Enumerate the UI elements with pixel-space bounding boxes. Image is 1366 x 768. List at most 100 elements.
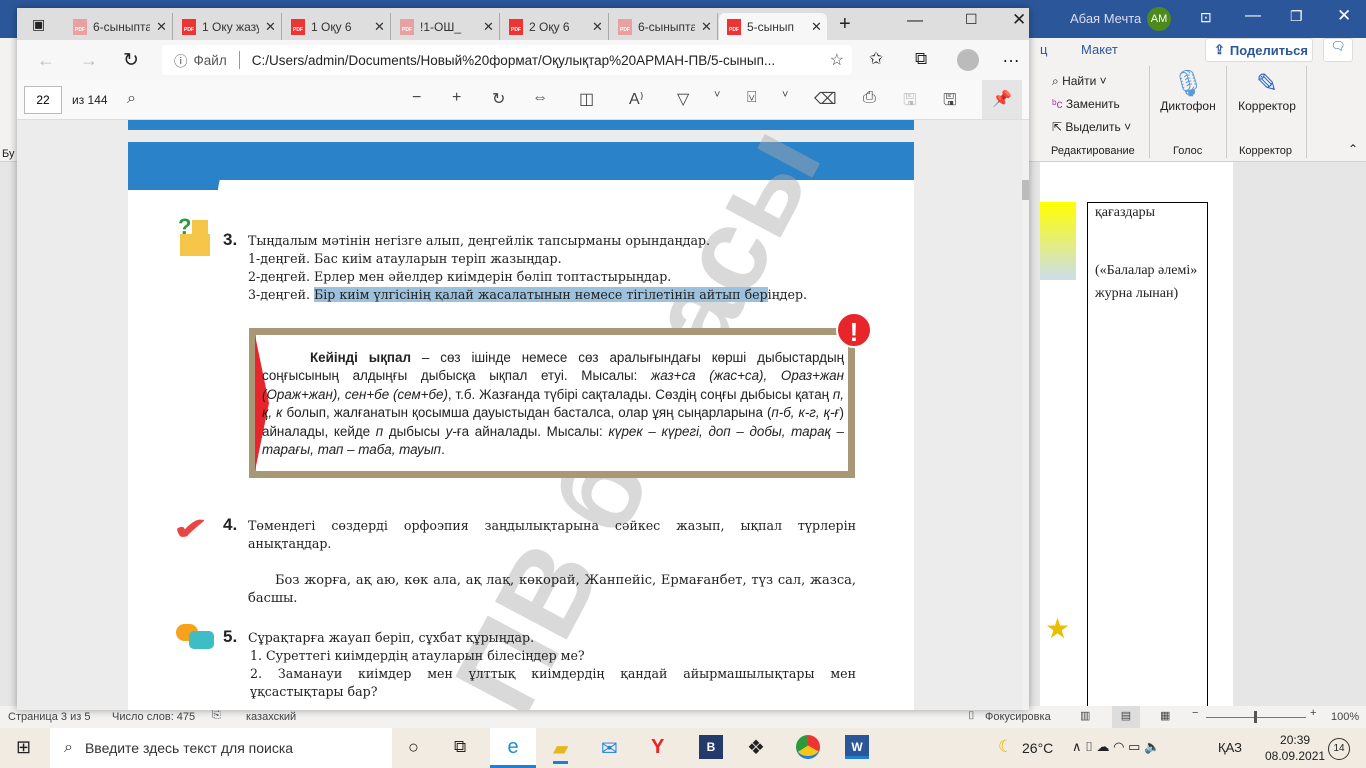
task-line: 3-деңгей. Бір киім үлгісінің қалай жасал… [248,286,928,304]
close-tab-icon[interactable]: ✕ [811,19,827,35]
find-button[interactable]: ⌕ Найти ˅ [1052,70,1131,93]
back-button[interactable]: ← [37,50,55,71]
mail-icon[interactable]: ✉ [601,736,618,761]
rotate-icon[interactable]: ↻ [492,89,505,109]
proofing-icon[interactable]: ⎘ [212,709,221,722]
save-as-icon[interactable]: 🖫 [943,89,957,116]
maximize-button[interactable]: ☐ [965,11,978,28]
dictate-button[interactable]: 🎙 Диктофон [1160,68,1216,113]
language[interactable]: казахский [246,711,296,723]
tab-actions-icon[interactable]: ▣ [32,16,45,33]
refresh-button[interactable]: ↻ [123,49,139,72]
temperature[interactable]: 26°C [1022,740,1053,756]
print-icon[interactable]: ⎙ [863,89,876,107]
add-favorite-icon[interactable]: ☆ [830,50,844,70]
close-tab-icon[interactable]: ✕ [701,19,717,35]
ribbon-tab[interactable]: ц [1040,42,1047,57]
browser-tab[interactable]: PDF !1-ОШ_ ✕ [392,13,500,40]
collections-icon[interactable]: ⧉ [915,49,927,69]
yandex-icon[interactable]: Y [651,736,664,759]
share-button[interactable]: ⇪ Поделиться [1205,38,1313,62]
forward-button[interactable]: → [80,50,98,71]
replace-button[interactable]: ᵇc Заменить [1052,93,1131,116]
search-icon[interactable]: ⌕ [127,90,136,108]
favorites-icon[interactable]: ✩ [869,49,883,69]
clock[interactable]: 20:39 08.09.2021 [1265,732,1325,764]
browser-tab[interactable]: PDF 6-сыныптар ✕ [65,13,173,40]
word-document-page: ★ қағаздары («Балалар әлемі» журна лынан… [1040,162,1233,706]
pdf-icon: PDF [618,18,632,35]
booking-icon[interactable]: B [699,735,723,759]
scrollbar[interactable] [1022,120,1029,710]
dropbox-icon[interactable]: ❖ [747,735,765,760]
avatar[interactable]: АМ [1147,7,1171,31]
browser-tab[interactable]: PDF 6-сыныптар ✕ [610,13,718,40]
chevron-down-icon[interactable]: ˅ [714,89,720,101]
browser-tab[interactable]: PDF 1 Оқу 6 ✕ [283,13,391,40]
zoom-out-icon[interactable]: − [412,89,421,107]
close-button[interactable]: ✕ [1012,10,1026,30]
restore-button[interactable]: ❐ [1290,8,1303,25]
eraser-icon[interactable]: ⌫ [814,89,837,109]
new-tab-button[interactable]: + [839,13,851,36]
file-explorer-icon[interactable]: ▰ [553,736,569,764]
edge-taskbar-icon[interactable]: e [490,728,536,768]
collapse-ribbon-icon[interactable]: ⌃ [1348,142,1358,156]
show-hidden-icons[interactable]: ∧ ⌷ ☁ ◠ ▭ 🔈 [1072,739,1160,755]
task-line: Сұрақтарға жауап беріп, сұхбат құрыңдар. [248,630,535,645]
input-language[interactable]: ҚАЗ [1218,740,1242,755]
ribbon-display-icon[interactable]: ⊡ [1200,9,1212,26]
task-line: Тыңдалым мәтінін негізге алып, деңгейлік… [248,233,711,248]
cortana-icon[interactable]: ○ [408,737,419,758]
profile-icon[interactable] [957,49,979,71]
chevron-down-icon[interactable]: ˅ [782,89,788,101]
print-layout-icon[interactable]: ▤ [1112,706,1140,728]
close-tab-icon[interactable]: ✕ [483,19,499,35]
page-count[interactable]: Страница 3 из 5 [8,711,90,723]
page-number-input[interactable] [24,86,62,114]
close-tab-icon[interactable]: ✕ [592,19,608,35]
windows-start-icon[interactable]: ⊞ [16,737,31,758]
highlight-icon[interactable]: ⍌ [747,89,757,107]
browser-tab[interactable]: PDF 1 Оку жазу ✕ [174,13,282,40]
zoom-in-icon[interactable]: + [452,89,461,107]
ribbon-tab-layout[interactable]: Макет [1081,42,1118,57]
weather-moon-icon[interactable]: ☾ [998,737,1013,757]
pin-toolbar-icon[interactable]: 📌 [982,80,1022,119]
read-aloud-icon[interactable]: A⁾ [629,89,644,109]
more-menu-icon[interactable]: … [1002,46,1020,67]
web-layout-icon[interactable]: ▦ [1160,709,1170,722]
chrome-icon[interactable] [796,735,820,759]
browser-tab[interactable]: PDF 5-сынып ✕ [719,13,827,40]
focus-mode-button[interactable]: Фокусировка [985,711,1051,723]
draw-icon[interactable]: ▽ [677,89,689,109]
select-button[interactable]: ⇱ Выделить ˅ [1052,116,1131,139]
notification-center[interactable]: 14 [1328,738,1350,760]
task-line: 2-деңгей. Ерлер мен әйелдер киімдерін бө… [248,269,672,284]
address-bar[interactable]: ⓘ Файл C:/Users/admin/Documents/Новый%20… [162,45,852,75]
focus-icon[interactable]: ⌷ [968,710,975,723]
fit-width-icon[interactable]: ⇔ [532,89,548,107]
rule-box: Кейінді ықпал – сөз ішінде немесе сөз ар… [249,328,855,478]
page-view-icon[interactable]: ◫ [579,89,594,109]
selected-text[interactable]: Бір киім үлгісінің қалай жасалатынын нем… [314,287,768,302]
close-tab-icon[interactable]: ✕ [265,19,281,35]
zoom-slider[interactable]: − + [1192,707,1322,725]
close-tab-icon[interactable]: ✕ [374,19,390,35]
tab-label: 1 Оқу 6 [311,19,352,34]
task-view-icon[interactable]: ⧉ [454,737,466,757]
comments-button[interactable]: 🗨 [1323,38,1353,62]
minimize-button[interactable]: — [907,12,923,30]
editor-button[interactable]: ✎ Корректор [1236,68,1298,113]
url-text[interactable]: C:/Users/admin/Documents/Новый%20формат/… [252,53,775,68]
zoom-level[interactable]: 100% [1331,711,1359,723]
browser-tab[interactable]: PDF 2 Оқу 6 ✕ [501,13,609,40]
read-mode-icon[interactable]: ▥ [1080,709,1090,722]
edge-browser-window: ▣ PDF 6-сыныптар ✕ PDF 1 Оку жазу ✕ PDF 1 Оқу 6… [17,8,1029,710]
word-count[interactable]: Число слов: 475 [112,711,195,723]
close-tab-icon[interactable]: ✕ [156,19,172,35]
search-box[interactable]: ⌕ Введите здесь текст для поиска [50,728,392,768]
minimize-button[interactable]: — [1245,7,1261,25]
close-button[interactable]: ✕ [1337,6,1351,26]
word-taskbar-icon[interactable]: W [845,735,869,759]
